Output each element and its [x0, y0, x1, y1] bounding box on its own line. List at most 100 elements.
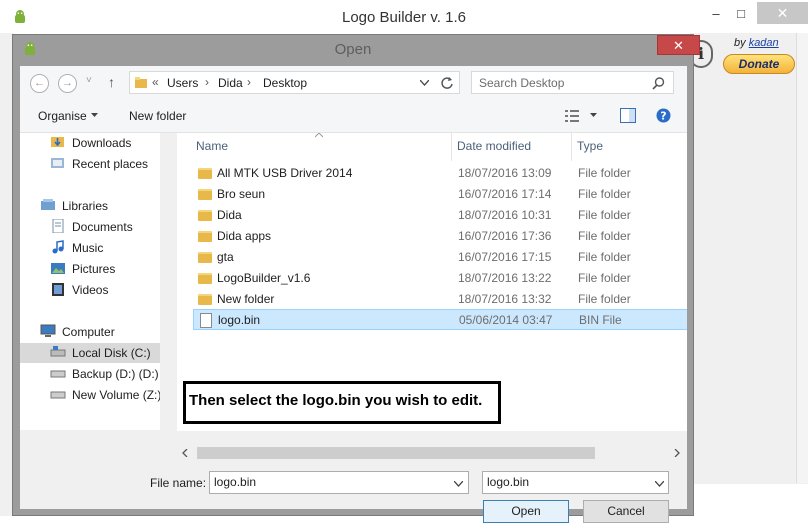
sidebar-item-recent-places[interactable]: Recent places [50, 154, 148, 174]
pictures-icon [51, 263, 65, 274]
filename-input[interactable]: logo.bin [209, 471, 469, 494]
sidebar-item-backup-drive[interactable]: Backup (D:) (D:) [50, 364, 159, 384]
sidebar-item-new-volume[interactable]: New Volume (Z:) [50, 385, 161, 405]
file-type: File folder [578, 187, 631, 201]
sidebar-item-libraries[interactable]: Libraries [40, 196, 108, 216]
main-close-button[interactable]: ✕ [757, 2, 808, 24]
sidebar-item-label: Libraries [62, 199, 109, 213]
column-divider[interactable] [451, 133, 452, 161]
navigation-pane: Downloads Recent places Libraries Docume… [20, 133, 177, 430]
scroll-right-icon[interactable] [674, 449, 680, 457]
file-date: 18/07/2016 13:22 [458, 271, 552, 285]
address-overflow[interactable]: « [152, 75, 159, 89]
search-box[interactable]: Search Desktop [471, 71, 674, 94]
address-bar[interactable]: « Users › Dida › Desktop [129, 71, 460, 94]
file-name: logo.bin [218, 313, 261, 327]
breadcrumb-dida[interactable]: Dida [218, 76, 243, 90]
sidebar-item-label: Local Disk (C:) [72, 346, 151, 360]
folder-icon [198, 231, 212, 242]
preview-pane-icon[interactable] [620, 108, 636, 123]
forward-button[interactable]: → [58, 74, 77, 93]
drive-icon [50, 391, 66, 399]
sidebar-item-label: Downloads [72, 136, 132, 150]
author-link[interactable]: kadan [749, 37, 779, 49]
file-name: Dida [217, 208, 242, 222]
folder-location-icon [135, 77, 147, 88]
sort-ascending-icon [315, 133, 323, 138]
sidebar-item-downloads[interactable]: Downloads [50, 133, 131, 153]
chevron-down-icon[interactable] [454, 481, 463, 487]
main-titlebar: Logo Builder v. 1.6 – □ ✕ [0, 0, 808, 33]
file-row[interactable]: Bro seun 16/07/2016 17:14 File folder [193, 184, 687, 205]
sidebar-item-label: Backup (D:) (D:) [72, 367, 159, 381]
file-row[interactable]: LogoBuilder_v1.6 18/07/2016 13:22 File f… [193, 268, 687, 289]
file-row[interactable]: gta 16/07/2016 17:15 File folder [193, 247, 687, 268]
dialog-footer: File name: logo.bin logo.bin Open Cancel [20, 462, 687, 523]
minimize-button[interactable]: – [703, 4, 729, 24]
file-row[interactable]: All MTK USB Driver 2014 18/07/2016 13:09… [193, 163, 687, 184]
filename-value: logo.bin [214, 475, 257, 489]
sidebar-item-local-disk[interactable]: Local Disk (C:) [20, 343, 160, 363]
back-button[interactable]: ← [30, 74, 49, 93]
organise-dropdown-icon[interactable] [91, 113, 98, 118]
drive-icon [50, 370, 66, 378]
navigation-scrollbar[interactable] [160, 133, 177, 430]
chevron-down-icon[interactable] [655, 481, 664, 487]
svg-text:?: ? [660, 110, 666, 123]
scroll-thumb[interactable] [197, 447, 595, 459]
main-body-right [690, 33, 808, 516]
view-dropdown-icon[interactable] [590, 113, 597, 118]
sidebar-item-label: Videos [72, 283, 109, 297]
column-header-type[interactable]: Type [577, 139, 603, 153]
column-divider[interactable] [571, 133, 572, 161]
help-icon[interactable]: ? [656, 108, 671, 123]
sidebar-item-pictures[interactable]: Pictures [50, 259, 115, 279]
donate-button[interactable]: Donate [723, 54, 795, 74]
file-icon [200, 313, 212, 328]
cancel-button[interactable]: Cancel [583, 500, 669, 523]
column-header-name[interactable]: Name [196, 139, 228, 153]
breadcrumb-users[interactable]: Users [167, 76, 198, 90]
file-type: BIN File [579, 313, 622, 327]
file-row[interactable]: Dida apps 16/07/2016 17:36 File folder [193, 226, 687, 247]
filename-label: File name: [150, 476, 207, 490]
refresh-icon[interactable] [440, 76, 454, 90]
file-row-selected[interactable]: logo.bin 05/06/2014 03:47 BIN File [193, 309, 687, 330]
column-header-date[interactable]: Date modified [457, 139, 531, 153]
sidebar-item-computer[interactable]: Computer [40, 322, 115, 342]
file-row[interactable]: Dida 18/07/2016 10:31 File folder [193, 205, 687, 226]
open-button[interactable]: Open [483, 500, 569, 523]
file-type: File folder [578, 271, 631, 285]
new-folder-button[interactable]: New folder [129, 109, 186, 123]
view-options-icon[interactable] [565, 109, 581, 123]
main-bottom [690, 484, 808, 516]
sidebar-item-documents[interactable]: Documents [50, 217, 133, 237]
maximize-button[interactable]: □ [728, 4, 754, 24]
drive-icon [50, 346, 66, 357]
scroll-left-icon[interactable] [182, 449, 188, 457]
dialog-close-button[interactable]: ✕ [657, 35, 700, 55]
horizontal-scrollbar[interactable] [177, 444, 687, 462]
organise-menu[interactable]: Organise [38, 109, 87, 123]
recent-places-icon [51, 158, 64, 168]
up-button[interactable]: ↑ [108, 74, 115, 90]
computer-icon [40, 324, 56, 337]
recent-locations-button[interactable]: ˅ [86, 75, 92, 86]
sidebar-item-label: Computer [62, 325, 115, 339]
chevron-down-icon[interactable] [420, 80, 429, 86]
libraries-icon [41, 199, 55, 210]
open-dialog: Open ✕ ← → ˅ ↑ « Users › Dida › Desktop [12, 34, 700, 523]
file-name: Dida apps [217, 229, 272, 243]
sidebar-item-videos[interactable]: Videos [50, 280, 108, 300]
main-scrollbar[interactable] [796, 33, 808, 483]
file-row[interactable]: New folder 18/07/2016 13:32 File folder [193, 289, 687, 310]
breadcrumb-separator: › [205, 75, 209, 89]
search-icon[interactable] [652, 77, 665, 90]
file-type-filter[interactable]: logo.bin [482, 471, 669, 494]
breadcrumb-desktop[interactable]: Desktop [263, 76, 307, 90]
breadcrumb-separator: › [247, 75, 251, 89]
folder-icon [198, 294, 212, 305]
by-label: by [734, 37, 746, 49]
file-date: 16/07/2016 17:15 [458, 250, 552, 264]
sidebar-item-music[interactable]: Music [50, 238, 103, 258]
